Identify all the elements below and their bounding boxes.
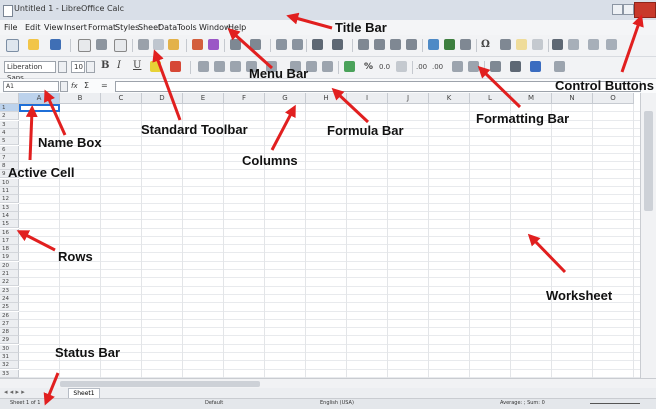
label-active-cell: Active Cell [8,165,75,180]
label-title-bar: Title Bar [335,20,387,35]
label-status-bar: Status Bar [55,345,121,360]
label-standard-toolbar: Standard Toolbar [141,122,248,137]
label-menu-bar: Menu Bar [249,66,309,81]
label-columns: Columns [242,153,298,168]
label-control-buttons: Control Buttons [555,78,654,93]
label-worksheet: Worksheet [546,288,613,303]
label-name-box: Name Box [38,135,102,150]
label-formula-bar: Formula Bar [327,123,404,138]
label-formatting-bar: Formatting Bar [476,111,570,126]
label-rows: Rows [58,249,93,264]
